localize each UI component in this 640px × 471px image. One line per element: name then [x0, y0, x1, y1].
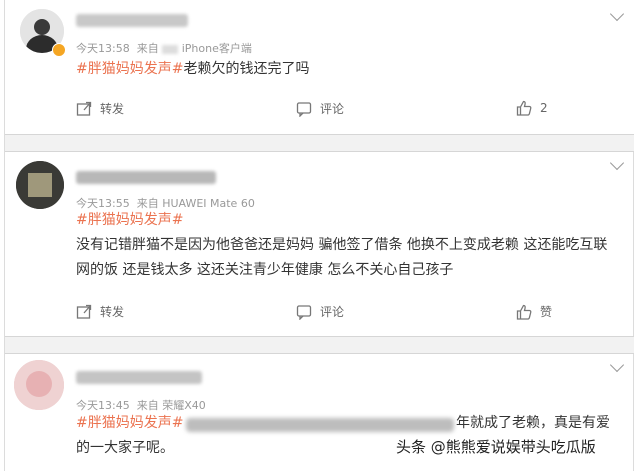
source-prefix: 来自: [136, 42, 159, 55]
comment-body-line-2: 网的饭 还是钱太多 这还关注青少年健康 怎么不关心自己孩子: [76, 262, 454, 278]
repost-button[interactable]: 转发: [76, 100, 124, 117]
hashtag-link[interactable]: #胖猫妈妈发声#: [76, 208, 607, 233]
source-client: iPhone客户端: [181, 42, 252, 55]
comment-body: 老赖欠的钱还完了吗: [183, 61, 310, 77]
like-icon: [516, 100, 532, 116]
like-label: 赞: [540, 305, 553, 319]
repost-icon: [76, 304, 92, 319]
divider: [5, 336, 634, 337]
repost-label: 转发: [100, 102, 125, 116]
comment-body-line-1: 没有记错胖猫不是因为他爸爸还是妈妈 骗他签了借条 他换不上变成老赖 这还能吃互联: [76, 237, 608, 253]
timestamp: 今天13:58: [76, 42, 130, 55]
username-redacted[interactable]: [76, 14, 188, 27]
hashtag-link[interactable]: #胖猫妈妈发声#: [76, 61, 183, 77]
avatar-image: [16, 161, 64, 209]
hashtag-link[interactable]: #胖猫妈妈发声#: [76, 415, 183, 431]
comment-text: #胖猫妈妈发声#老赖欠的钱还完了吗: [76, 57, 309, 82]
avatar[interactable]: [14, 360, 64, 410]
card-gap: [5, 134, 634, 152]
repost-button[interactable]: 转发: [76, 303, 124, 320]
like-button[interactable]: 2: [516, 100, 548, 116]
card-gap: [5, 336, 634, 354]
username-redacted[interactable]: [76, 171, 216, 184]
avatar-image: [14, 360, 64, 410]
like-icon: [516, 304, 532, 320]
comment-text: #胖猫妈妈发声#: [76, 411, 183, 436]
comment-icon: [296, 101, 312, 117]
repost-label: 转发: [100, 305, 125, 319]
comment-label: 评论: [320, 305, 345, 319]
watermark: 头条 @熊熊爱说娱带头吃瓜版: [396, 438, 596, 456]
avatar[interactable]: [16, 161, 64, 209]
comment-meta: 今天13:58 来自 iPhone客户端: [76, 40, 252, 56]
like-count: 2: [540, 101, 548, 115]
repost-icon: [76, 101, 92, 116]
comment-body-line-2: 的一大家子呢。: [76, 440, 174, 456]
comment-button[interactable]: 评论: [296, 100, 344, 117]
username-redacted[interactable]: [76, 371, 202, 384]
redacted-text: [186, 418, 454, 432]
comment-text: #胖猫妈妈发声# 没有记错胖猫不是因为他爸爸还是妈妈 骗他签了借条 他换不上变成…: [76, 208, 607, 283]
comment-label: 评论: [320, 102, 345, 116]
comment-icon: [296, 304, 312, 320]
divider: [5, 151, 634, 152]
comment-body-line-1-tail: 年就成了老赖，真是有爱: [456, 415, 610, 431]
comment-button[interactable]: 评论: [296, 303, 344, 320]
divider: [5, 134, 634, 135]
divider: [5, 353, 634, 354]
redacted-block: [162, 44, 179, 54]
verified-badge-icon: [52, 43, 66, 57]
like-button[interactable]: 赞: [516, 303, 552, 320]
